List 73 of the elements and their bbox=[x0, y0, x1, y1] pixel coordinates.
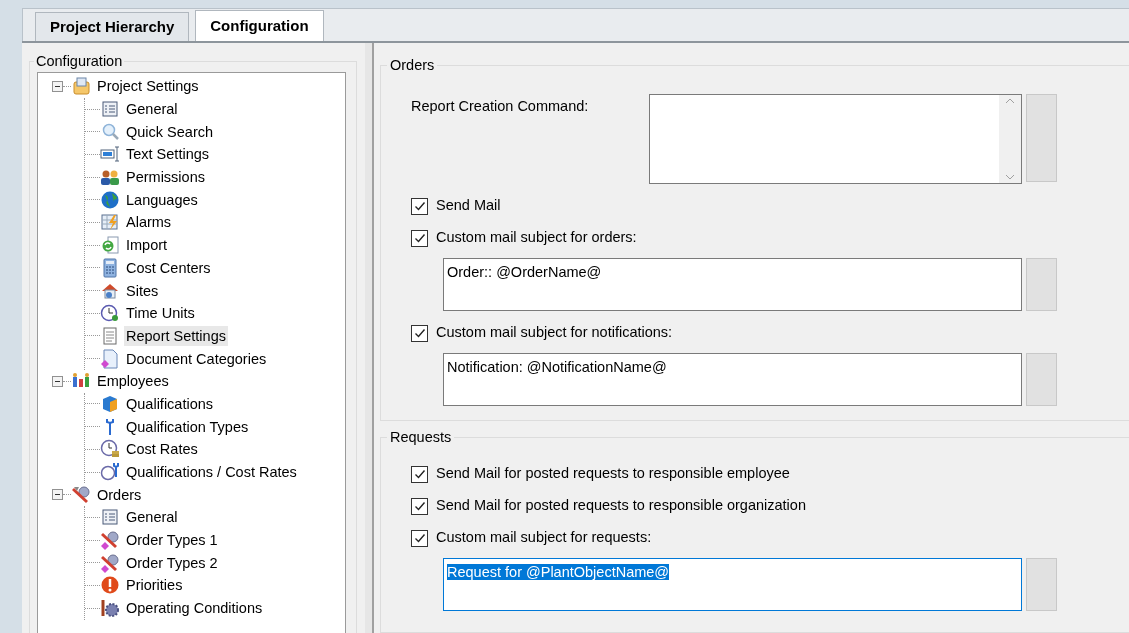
tree-item[interactable]: Sites bbox=[124, 280, 161, 301]
checkmark-icon bbox=[413, 500, 426, 512]
tree-item[interactable]: Employees bbox=[95, 371, 171, 392]
tree-item[interactable]: Import bbox=[124, 235, 170, 256]
tree-item[interactable]: Qualification Types bbox=[124, 416, 251, 437]
tree-item[interactable]: Report Settings bbox=[124, 325, 228, 346]
tree-item[interactable]: Project Settings bbox=[95, 76, 201, 97]
text-box-icon bbox=[100, 144, 120, 165]
clock-coins-icon bbox=[100, 439, 120, 460]
checkbox[interactable] bbox=[411, 529, 428, 547]
arrows-cycle-icon bbox=[100, 235, 120, 256]
checkbox-label: Custom mail subject for notifications: bbox=[436, 323, 673, 343]
text-field[interactable]: Order:: @OrderName@ bbox=[443, 258, 1022, 311]
text-field[interactable]: Request for @PlantObjectName@ bbox=[443, 558, 1022, 611]
clock-wrench-icon bbox=[100, 462, 120, 483]
tools-icon bbox=[71, 484, 91, 505]
exclamation-icon bbox=[100, 575, 120, 596]
collapse-toggle[interactable] bbox=[52, 489, 63, 501]
group-title: Configuration bbox=[34, 52, 125, 70]
cube-icon bbox=[100, 393, 120, 414]
tools-icon bbox=[100, 552, 120, 573]
tree-item[interactable]: Text Settings bbox=[124, 144, 211, 165]
checkmark-icon bbox=[413, 532, 426, 544]
tree-item[interactable]: Order Types 2 bbox=[124, 552, 220, 573]
collapse-toggle[interactable] bbox=[52, 80, 63, 92]
tree-item[interactable]: Languages bbox=[124, 189, 200, 210]
checkbox-label: Custom mail subject for requests: bbox=[436, 528, 652, 548]
checkbox-label: Custom mail subject for orders: bbox=[436, 228, 637, 248]
checkbox[interactable] bbox=[411, 465, 428, 483]
list-icon bbox=[100, 99, 120, 120]
checkmark-icon bbox=[413, 327, 426, 339]
checkmark-icon bbox=[413, 468, 426, 480]
checkbox[interactable] bbox=[411, 197, 428, 215]
tree-item[interactable]: General bbox=[124, 507, 180, 528]
document-stack-icon bbox=[71, 76, 91, 97]
tree-item[interactable]: Order Types 1 bbox=[124, 530, 220, 551]
checkbox[interactable] bbox=[411, 229, 428, 247]
tree-item[interactable]: Cost Rates bbox=[124, 439, 200, 460]
tree-item[interactable]: Orders bbox=[95, 484, 144, 505]
checkmark-icon bbox=[413, 200, 426, 212]
document-icon bbox=[100, 348, 120, 369]
tree-item[interactable]: Cost Centers bbox=[124, 257, 213, 278]
notepad-icon bbox=[100, 325, 120, 346]
command-field[interactable] bbox=[649, 94, 1022, 184]
tree-item[interactable]: General bbox=[124, 99, 180, 120]
tree-item[interactable]: Qualifications / Cost Rates bbox=[124, 462, 299, 483]
tree-item[interactable]: Operating Conditions bbox=[124, 598, 265, 619]
tree-item[interactable]: Quick Search bbox=[124, 121, 216, 142]
tools-icon bbox=[100, 530, 120, 551]
tree-item[interactable]: Document Categories bbox=[124, 348, 269, 369]
tree-item[interactable]: Qualifications bbox=[124, 393, 216, 414]
tab[interactable]: Configuration bbox=[195, 10, 324, 41]
list-icon bbox=[100, 507, 120, 528]
search-icon bbox=[100, 121, 120, 142]
collapse-toggle[interactable] bbox=[52, 375, 63, 387]
checkbox-label: Send Mail bbox=[436, 196, 501, 216]
gear-wrench-icon bbox=[100, 598, 120, 619]
tab[interactable]: Project Hierarchy bbox=[35, 12, 190, 41]
tree-item[interactable]: Alarms bbox=[124, 212, 174, 233]
tree-item[interactable]: Time Units bbox=[124, 303, 197, 324]
tree-item[interactable]: Priorities bbox=[124, 575, 185, 596]
checkbox[interactable] bbox=[411, 497, 428, 515]
text-field[interactable]: Notification: @NotificationName@ bbox=[443, 353, 1022, 406]
checkbox-label: Send Mail for posted requests to responsible employee bbox=[436, 464, 790, 484]
globe-icon bbox=[100, 189, 120, 210]
field-label: Report Creation Command: bbox=[411, 97, 590, 116]
checkmark-icon bbox=[413, 232, 426, 244]
checkbox[interactable] bbox=[411, 324, 428, 342]
tree-item[interactable]: Permissions bbox=[124, 167, 207, 188]
clock-icon bbox=[100, 303, 120, 324]
checkbox-label: Send Mail for posted requests to responsible organization bbox=[436, 496, 806, 516]
chart-bolt-icon bbox=[100, 212, 120, 233]
calculator-icon bbox=[100, 257, 120, 278]
